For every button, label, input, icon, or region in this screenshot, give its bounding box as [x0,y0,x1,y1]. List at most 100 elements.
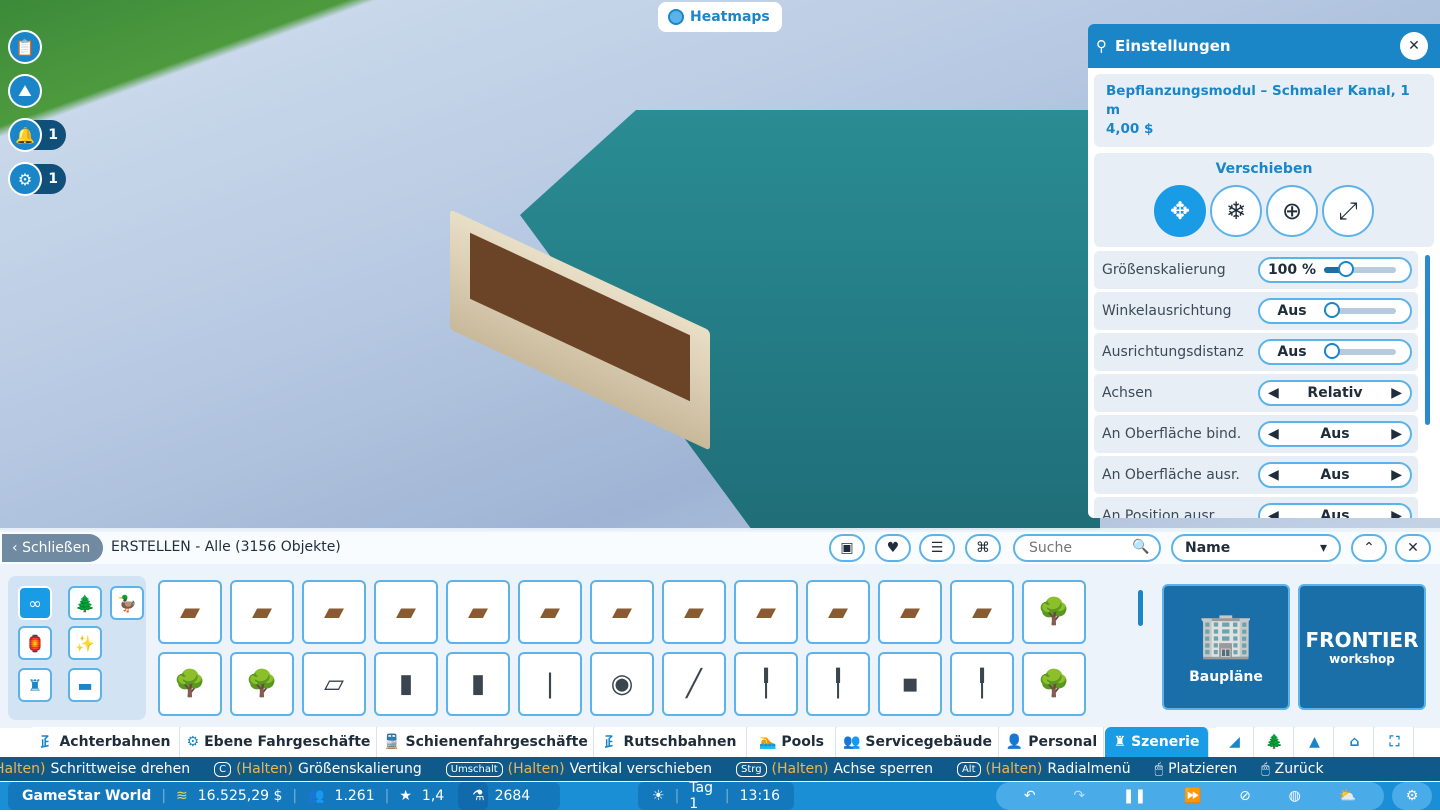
item-lamp-tall[interactable]: ╿ [950,652,1014,716]
item-drone-statue[interactable]: ◉ [590,652,654,716]
tab-pools[interactable]: 🏊 Pools [748,727,836,757]
tree-icon[interactable]: 🌲 [68,586,102,620]
globe-icon[interactable]: ◍ [1289,788,1301,804]
tree-icon[interactable]: 🌲 [1256,727,1294,757]
clipboard-icon[interactable]: 📋 [8,30,42,64]
select-control[interactable]: ◀ Relativ ▶ [1258,380,1412,406]
item-pillar-round[interactable]: ▮ [374,652,438,716]
select-control[interactable]: ◀ Aus ▶ [1258,421,1412,447]
building-icon[interactable]: ⌂ [1336,727,1374,757]
panel-scrollbar[interactable] [1425,255,1430,425]
sort-dropdown[interactable]: Name ▾ [1171,534,1341,562]
tower-icon[interactable]: ♜ [18,668,52,702]
close-button[interactable]: ✕ [1400,32,1428,60]
lamp-icon[interactable]: 🏮 [18,626,52,660]
slider-knob[interactable] [1338,261,1355,277]
slider-knob[interactable] [1324,302,1340,318]
duck-icon[interactable]: 🦆 [110,586,144,620]
item-planter-triangle[interactable]: ▰ [950,580,1014,644]
blueprint-filter-icon[interactable]: ▣ [829,534,865,562]
slider-control[interactable]: Aus [1258,298,1412,324]
item-pole[interactable]: | [518,652,582,716]
bundle-icon[interactable]: ⌘ [965,534,1001,562]
search-icon[interactable]: 🔍 [1132,539,1149,555]
item-lamp-post[interactable]: ╿ [734,652,798,716]
snowflake-icon[interactable]: ❄ [1210,185,1262,237]
research-points[interactable]: 2684 [495,788,531,804]
tab-ebene fahrgeschäfte[interactable]: ⚙ Ebene Fahrgeschäfte [181,727,377,757]
workshop-button[interactable]: FRONTIER workshop [1298,584,1426,710]
tab-personal[interactable]: 👤 Personal [1000,727,1104,757]
sliders-icon[interactable]: ☰ [919,534,955,562]
bell-icon[interactable]: 🔔 [8,118,42,152]
arrow-left-icon[interactable]: ◀ [1268,467,1279,483]
park-name[interactable]: GameStar World [22,788,151,804]
tab-achterbahnen[interactable]: ⺪ Achterbahnen [32,727,180,757]
gear-icon[interactable]: ⚙ [1406,788,1419,804]
orbit-icon[interactable]: ⊕ [1266,185,1318,237]
item-shrub[interactable]: 🌳 [1022,580,1086,644]
slider-track[interactable] [1324,343,1396,359]
item-sign-board[interactable]: ▱ [302,652,366,716]
item-planter-edge-3[interactable]: ▰ [662,580,726,644]
slider-track[interactable] [1324,302,1396,318]
terrain-add-icon[interactable]: ⛰ [8,74,42,108]
weather-icon[interactable]: ⛅ [1339,788,1356,804]
grid-scrollbar[interactable] [1138,590,1143,626]
slider-knob[interactable] [1324,343,1340,359]
tab-rutschbahnen[interactable]: ⺪ Rutschbahnen [595,727,747,757]
item-rail-lamp[interactable]: ╱ [662,652,726,716]
close-x-button[interactable]: ✕ [1395,534,1431,562]
fireworks-icon[interactable]: ✨ [68,626,102,660]
arrow-right-icon[interactable]: ▶ [1391,385,1402,401]
slider-control[interactable]: Aus [1258,339,1412,365]
item-bush[interactable]: 🌳 [1022,652,1086,716]
terrain-icon[interactable]: ◢ [1216,727,1254,757]
heatmaps-button[interactable]: Heatmaps [658,2,782,32]
tab-szenerie[interactable]: ♜ Szenerie [1105,727,1209,757]
bench-icon[interactable]: ▬ [68,668,102,702]
mountain-icon[interactable]: ▲ [1296,727,1334,757]
camera-off-icon[interactable]: ⊘ [1239,788,1251,804]
item-planter-corner-2[interactable]: ▰ [734,580,798,644]
item-pillar-thin[interactable]: ▮ [446,652,510,716]
close-browser-button[interactable]: ‹ Schließen [2,534,103,562]
select-control[interactable]: ◀ Aus ▶ [1258,462,1412,488]
item-planter-edge-2[interactable]: ▰ [590,580,654,644]
tab-servicegebäude[interactable]: 👥 Servicegebäude [837,727,999,757]
pause-icon[interactable]: ❚❚ [1123,788,1146,804]
item-planter-curve[interactable]: ▰ [374,580,438,644]
heart-icon[interactable]: ♥ [875,534,911,562]
item-planter-edge[interactable]: ▰ [518,580,582,644]
blueprints-button[interactable]: 🏢 Baupläne [1162,584,1290,710]
redo-icon[interactable]: ↷ [1073,788,1085,804]
item-lamp-short[interactable]: ╿ [806,652,870,716]
item-wall-light[interactable]: ▪ [878,652,942,716]
item-planter-corner[interactable]: ▰ [230,580,294,644]
slider-track[interactable] [1324,261,1396,277]
arrow-right-icon[interactable]: ▶ [1391,426,1402,442]
expand-icon[interactable]: ⛶ [1376,727,1414,757]
arrow-left-icon[interactable]: ◀ [1268,426,1279,442]
arrow-left-icon[interactable]: ◀ [1268,385,1279,401]
arrow-right-icon[interactable]: ▶ [1391,508,1402,518]
select-control[interactable]: ◀ Aus ▶ [1258,503,1412,518]
slider-control[interactable]: 100 % [1258,257,1412,283]
collapse-button[interactable]: ⌃ [1351,534,1387,562]
item-planter-square[interactable]: ▰ [302,580,366,644]
undo-icon[interactable]: ↶ [1024,788,1036,804]
resize-icon[interactable]: ⤢ [1322,185,1374,237]
fast-forward-icon[interactable]: ⏩ [1184,788,1201,804]
infinity-icon[interactable]: ∞ [18,586,52,620]
item-tree[interactable]: 🌳 [158,652,222,716]
tab-schienenfahrgeschäfte[interactable]: 🚆 Schienenfahrgeschäfte [378,727,594,757]
item-planter-wood[interactable]: ▰ [446,580,510,644]
gear-badge-icon[interactable]: ⚙ [8,162,42,196]
item-tree-2[interactable]: 🌳 [230,652,294,716]
item-planter-narrow[interactable]: ▰ [878,580,942,644]
arrow-left-icon[interactable]: ◀ [1268,508,1279,518]
arrow-right-icon[interactable]: ▶ [1391,467,1402,483]
item-planter-end[interactable]: ▰ [806,580,870,644]
move-arrows-icon[interactable]: ✥ [1154,185,1206,237]
item-planter-round[interactable]: ▰ [158,580,222,644]
